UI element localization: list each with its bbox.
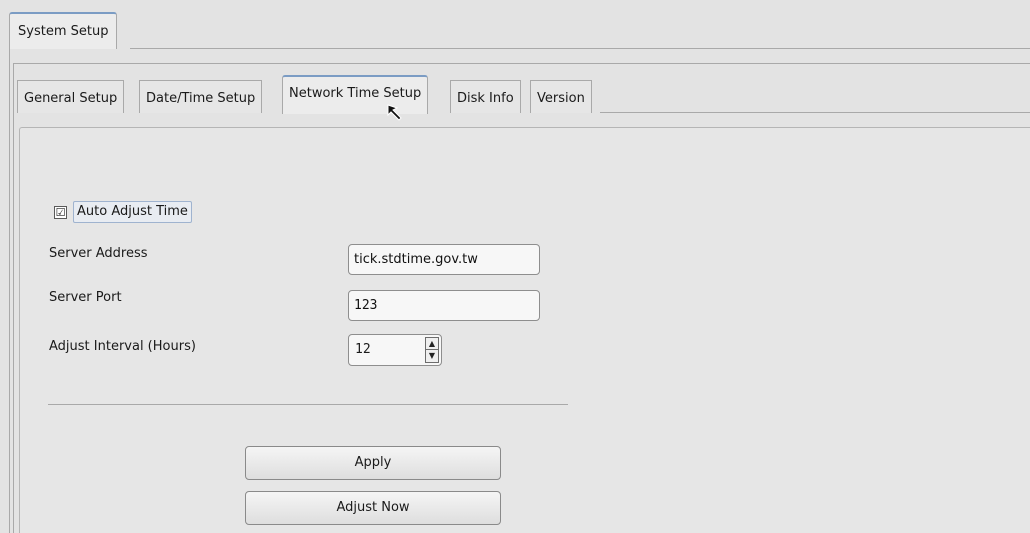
tab-network-time-setup[interactable]: Network Time Setup [282,75,429,114]
server-port-label: Server Port [49,290,122,305]
network-time-setup-panel [19,127,1030,533]
adjust-interval-label: Adjust Interval (Hours) [49,339,196,354]
tab-version[interactable]: Version [530,80,592,113]
auto-adjust-time-checkbox[interactable]: ☑ [54,205,67,219]
server-port-field[interactable]: 123 [348,290,540,321]
server-address-field[interactable]: tick.stdtime.gov.tw [348,244,540,275]
tab-date-time-setup[interactable]: Date/Time Setup [139,80,263,113]
spin-buttons: ▲ ▼ [425,337,439,363]
tab-general-setup[interactable]: General Setup [17,80,125,113]
auto-adjust-time-row[interactable]: ☑ Auto Adjust Time [54,200,192,224]
adjust-interval-value[interactable]: 12 [355,335,371,365]
tab-disk-info[interactable]: Disk Info [450,80,521,113]
tab-bar-divider [600,112,1030,113]
adjust-now-button[interactable]: Adjust Now [245,491,501,525]
mouse-pointer-icon [387,104,402,121]
apply-button[interactable]: Apply [245,446,501,480]
outer-tab-bar: System Setup [0,0,1030,49]
separator [48,404,568,405]
auto-adjust-time-label[interactable]: Auto Adjust Time [73,201,192,223]
spin-down-icon[interactable]: ▼ [425,350,439,363]
adjust-interval-spinbox[interactable]: 12 ▲ ▼ [348,334,442,366]
server-address-label: Server Address [49,246,148,261]
tab-system-setup[interactable]: System Setup [9,12,118,49]
spin-up-icon[interactable]: ▲ [425,337,439,350]
